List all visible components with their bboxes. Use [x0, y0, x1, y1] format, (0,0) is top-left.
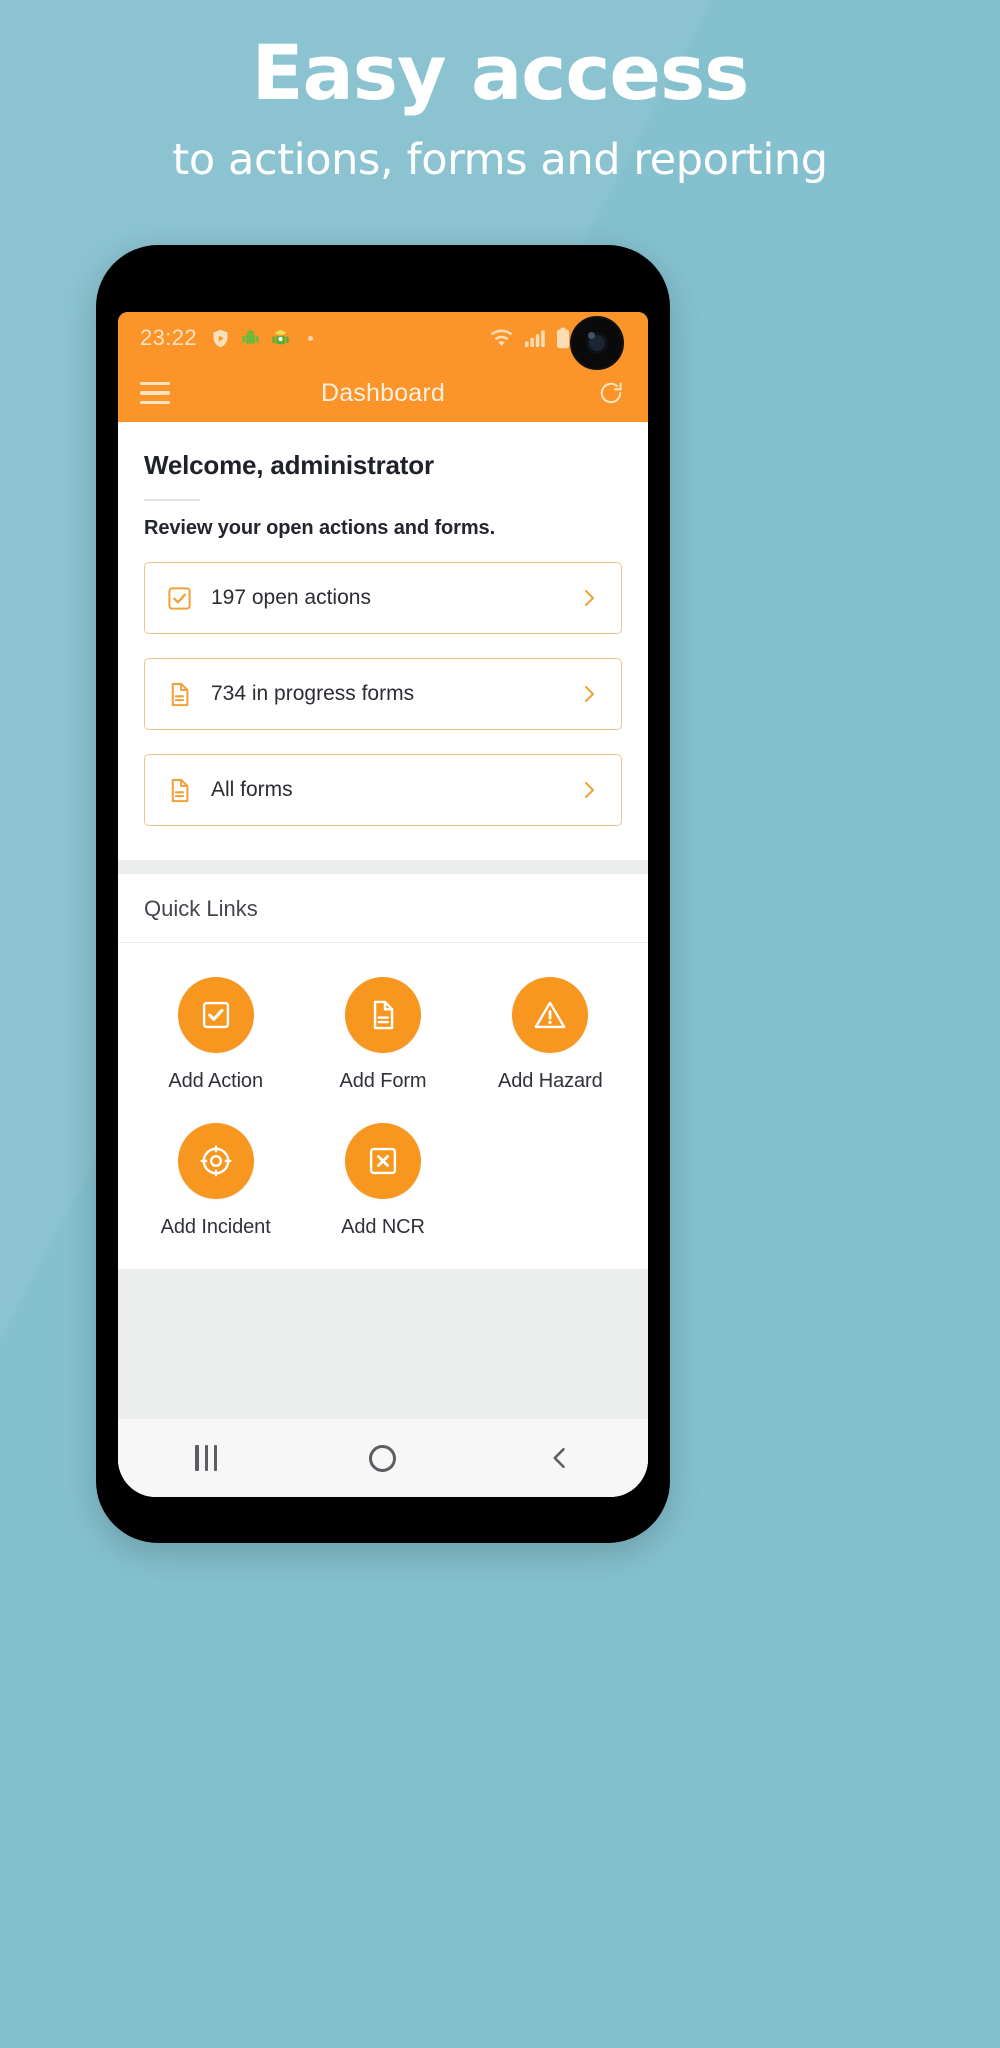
- welcome-title: Welcome, administrator: [144, 450, 434, 480]
- action-row-open-actions[interactable]: 197 open actions: [144, 562, 622, 634]
- action-row-label: 197 open actions: [211, 586, 371, 609]
- quick-link-label: Add Hazard: [498, 1070, 603, 1092]
- action-row-label: All forms: [211, 778, 293, 801]
- promo-subheadline: to actions, forms and reporting: [172, 135, 828, 186]
- welcome-card: Welcome, administrator Review your open …: [118, 422, 648, 860]
- hamburger-menu-icon[interactable]: [140, 382, 170, 404]
- wifi-icon: [490, 329, 513, 346]
- action-row-all-forms[interactable]: All forms: [144, 754, 622, 826]
- chevron-right-icon: [577, 586, 601, 610]
- checkbox-checked-icon: [177, 977, 254, 1053]
- signal-icon: [525, 329, 545, 347]
- action-row-in-progress-forms[interactable]: 734 in progress forms: [144, 658, 622, 730]
- refresh-icon[interactable]: [596, 378, 626, 408]
- x-square-icon: [344, 1123, 421, 1199]
- phone-mockup: 23:22 Dashboard Welcome, administrator R…: [96, 245, 670, 1543]
- action-row-label: 734 in progress forms: [211, 682, 415, 705]
- chevron-right-icon: [577, 778, 601, 802]
- page-title: Dashboard: [320, 378, 446, 407]
- quick-links-card: Quick Links Add Action Add Form Add Haza…: [118, 874, 648, 1269]
- quick-links-header: Quick Links: [118, 874, 648, 943]
- dashboard-content: Welcome, administrator Review your open …: [118, 422, 648, 1497]
- back-icon[interactable]: [525, 1434, 595, 1482]
- quick-link-add-form[interactable]: Add Form: [299, 977, 466, 1093]
- quick-link-add-incident[interactable]: Add Incident: [132, 1123, 299, 1239]
- chevron-right-icon: [577, 682, 601, 706]
- document-icon: [344, 977, 421, 1053]
- warning-triangle-icon: [512, 977, 589, 1053]
- quick-link-label: Add Action: [168, 1070, 263, 1092]
- phone-screen: 23:22 Dashboard Welcome, administrator R…: [118, 312, 648, 1497]
- promo-text-block: Easy access to actions, forms and report…: [0, 0, 1000, 184]
- android-hat-icon: [272, 329, 289, 344]
- document-icon: [165, 680, 193, 708]
- quick-link-label: Add Form: [339, 1070, 427, 1092]
- quick-link-add-hazard[interactable]: Add Hazard: [467, 977, 634, 1093]
- status-bar-time: 23:22: [140, 325, 198, 350]
- status-bar: 23:22: [118, 312, 648, 364]
- document-icon: [165, 776, 193, 804]
- quick-link-add-ncr[interactable]: Add NCR: [299, 1123, 466, 1239]
- title-divider: [144, 499, 200, 501]
- shield-play-icon: [213, 329, 228, 347]
- promo-headline: Easy access: [251, 28, 750, 117]
- quick-link-label: Add Incident: [160, 1216, 271, 1238]
- quick-link-add-action[interactable]: Add Action: [132, 977, 299, 1093]
- android-robot-icon: [242, 330, 259, 344]
- status-dot-icon: [308, 335, 314, 341]
- home-icon[interactable]: [348, 1434, 418, 1482]
- app-bar: Dashboard: [118, 364, 648, 422]
- target-crosshair-icon: [177, 1123, 254, 1199]
- quick-links-grid: Add Action Add Form Add Hazard Add Incid…: [118, 943, 648, 1269]
- welcome-subtitle: Review your open actions and forms.: [144, 517, 496, 539]
- battery-icon: [557, 327, 569, 349]
- status-bar-notification-icons: [210, 328, 314, 349]
- front-camera-icon: [570, 316, 624, 370]
- android-navigation-bar: [118, 1419, 648, 1497]
- quick-link-label: Add NCR: [341, 1216, 425, 1238]
- checkbox-checked-icon: [165, 584, 193, 612]
- recents-icon[interactable]: [171, 1434, 241, 1482]
